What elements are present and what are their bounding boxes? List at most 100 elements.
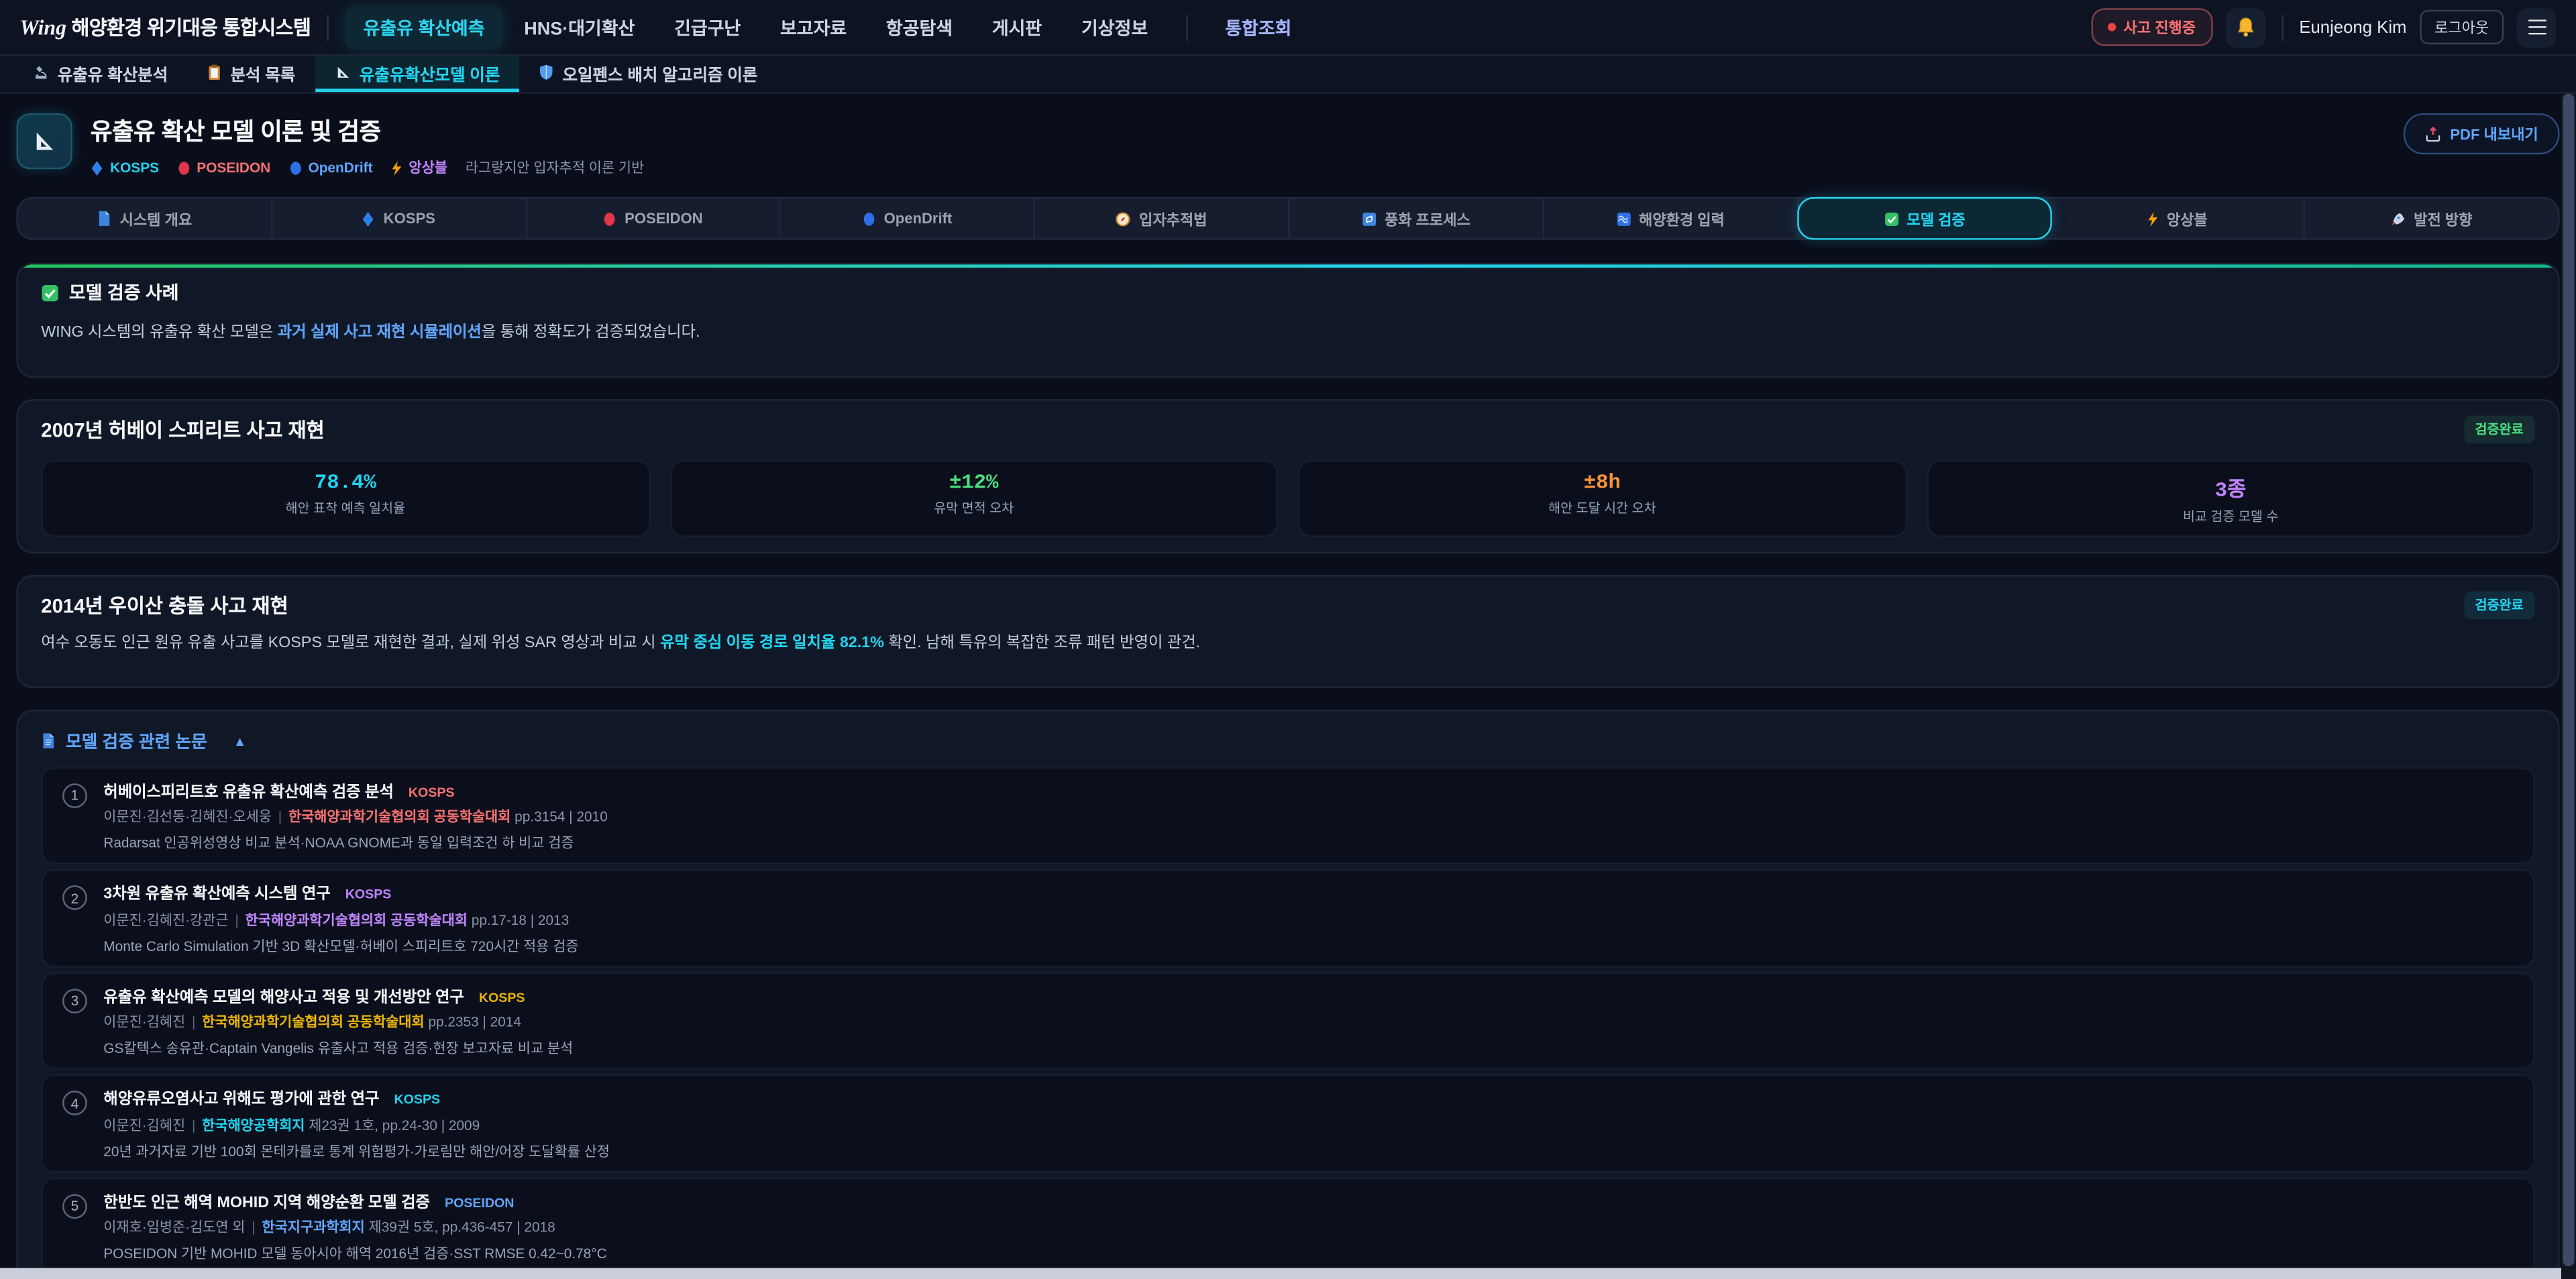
papers-header[interactable]: 모델 검증 관련 논문 ▲ <box>41 725 2535 766</box>
legend-opendrift: OpenDrift <box>288 160 372 176</box>
blue-circle-icon <box>863 211 876 226</box>
tab-model-theory[interactable]: 유출유확산모델 이론 <box>315 56 520 92</box>
paper-description: POSEIDON 기반 MOHID 모델 동아시아 해역 2016년 검증·SS… <box>103 1243 2514 1263</box>
menu-item-reports[interactable]: 보고자료 <box>762 6 865 49</box>
paper-meta: 이문진·김선동·김혜진·오세웅|한국해양과학기술협의회 공동학술대회 pp.31… <box>103 806 2514 826</box>
set-square-icon <box>32 128 58 154</box>
case-2007-title: 2007년 허베이 스피리트 사고 재현 <box>41 415 324 443</box>
lightning-icon <box>390 160 402 175</box>
pdf-export-button[interactable]: PDF 내보내기 <box>2404 113 2560 154</box>
menu-item-aerial[interactable]: 항공탐색 <box>868 6 971 49</box>
tab-spill-analysis[interactable]: 유출유 확산분석 <box>13 56 188 92</box>
notifications-button[interactable] <box>2225 7 2265 47</box>
journal-name[interactable]: 한국해양과학기술협의회 공동학술대회 <box>202 1013 424 1030</box>
verified-badge: 검증완료 <box>2463 591 2534 619</box>
papers-heading: 모델 검증 관련 논문 <box>66 728 207 753</box>
incident-status-label: 사고 진행중 <box>2124 16 2196 38</box>
tab-analysis-list[interactable]: 분석 목록 <box>188 56 315 92</box>
paper-title: 한반도 인근 해역 MOHID 지역 해양순환 모델 검증 <box>103 1188 430 1211</box>
app-logo[interactable]: Wing 해양환경 위기대응 통합시스템 <box>19 13 311 42</box>
journal-name[interactable]: 한국해양공학회지 <box>202 1116 305 1132</box>
section-nav-future[interactable]: 발전 방향 <box>2305 199 2558 238</box>
blue-circle-icon <box>288 160 302 175</box>
section-nav-overview[interactable]: 시스템 개요 <box>18 199 272 238</box>
incident-status-badge[interactable]: 사고 진행중 <box>2091 8 2212 46</box>
red-circle-icon <box>603 211 616 226</box>
section-nav-opendrift[interactable]: OpenDrift <box>781 199 1035 238</box>
legend-ensemble: 앙상블 <box>390 158 447 177</box>
paper-title: 유출유 확산예측 모델의 해양사고 적용 및 개선방안 연구 <box>103 983 464 1006</box>
menu-item-rescue[interactable]: 긴급구난 <box>656 6 759 49</box>
journal-name[interactable]: 한국해양과학기술협의회 공동학술대회 <box>288 808 511 824</box>
journal-name[interactable]: 한국해양과학기술협의회 공동학술대회 <box>246 911 468 927</box>
app-title: 해양환경 위기대응 통합시스템 <box>71 13 311 42</box>
logout-button[interactable]: 로그아웃 <box>2420 10 2504 44</box>
menu-item-board[interactable]: 게시판 <box>974 6 1060 49</box>
paper-item[interactable]: 1 허베이스피리트호 유출유 확산예측 검증 분석 KOSPS 이문진·김선동·김… <box>41 766 2535 864</box>
sub-tab-bar: 유출유 확산분석 분석 목록 유출유확산모델 이론 오일펜스 배치 알고리즘 이… <box>0 56 2576 93</box>
user-name: Eunjeong Kim <box>2299 17 2406 37</box>
tab-label: 유출유 확산분석 <box>58 60 168 85</box>
papers-card: 모델 검증 관련 논문 ▲ 1 허베이스피리트호 유출유 확산예측 검증 분석 K… <box>16 709 2559 1279</box>
bell-icon <box>2235 16 2255 38</box>
rocket-icon <box>2391 211 2406 226</box>
paper-item[interactable]: 3 유출유 확산예측 모델의 해양사고 적용 및 개선방안 연구KOSPS 이문… <box>41 972 2535 1070</box>
legend-kosps: KOSPS <box>91 160 159 176</box>
vertical-scrollbar[interactable] <box>2561 94 2576 1279</box>
menu-item-weather[interactable]: 기상정보 <box>1063 6 1166 49</box>
tab-label: 유출유확산모델 이론 <box>360 60 500 85</box>
stat-value: ±12% <box>678 471 1270 494</box>
tab-label: 오일펜스 배치 알고리즘 이론 <box>562 60 757 85</box>
collapse-toggle-icon[interactable]: ▲ <box>233 733 246 748</box>
top-navigation: Wing 해양환경 위기대응 통합시스템 유출유 확산예측 HNS·대기확산 긴… <box>0 0 2576 56</box>
model-badge: KOSPS <box>394 1093 440 1107</box>
stat-label: 해안 도달 시간 오차 <box>1306 499 1898 517</box>
case-2014-highlight[interactable]: 유막 중심 이동 경로 일치율 82.1% <box>660 634 884 652</box>
paper-item[interactable]: 4 해양유류오염사고 위해도 평가에 관한 연구KOSPS 이문진·김혜진|한국… <box>41 1074 2535 1172</box>
scrollbar-thumb[interactable] <box>2563 94 2574 1267</box>
paper-meta: 이문진·김혜진|한국해양과학기술협의회 공동학술대회 pp.2353 | 201… <box>103 1012 2514 1032</box>
section-nav-ensemble[interactable]: 앙상블 <box>2051 199 2305 238</box>
paper-number: 5 <box>62 1193 87 1218</box>
validation-intro-card: 모델 검증 사례 WING 시스템의 유출유 확산 모델은 과거 실제 사고 재… <box>16 263 2559 378</box>
section-nav-particle-tracking[interactable]: 입자추적법 <box>1035 199 1289 238</box>
paper-item[interactable]: 2 3차원 유출유 확산예측 시스템 연구KOSPS 이문진·김혜진·강관근|한… <box>41 869 2535 967</box>
menu-item-hns[interactable]: HNS·대기확산 <box>506 6 653 49</box>
export-icon <box>2426 125 2442 142</box>
section-nav-poseidon[interactable]: POSEIDON <box>527 199 781 238</box>
journal-name[interactable]: 한국지구과학회지 <box>262 1219 364 1235</box>
paper-title: 허베이스피리트호 유출유 확산예측 검증 분석 <box>103 778 394 801</box>
menu-item-oil-spill[interactable]: 유출유 확산예측 <box>345 6 503 49</box>
stat-slick-area-error: ±12% 유막 면적 오차 <box>669 459 1278 537</box>
lightning-icon <box>2147 211 2158 226</box>
verified-badge: 검증완료 <box>2463 415 2534 443</box>
section-nav-kosps[interactable]: KOSPS <box>272 199 527 238</box>
red-dot-icon <box>2107 23 2115 31</box>
document-icon <box>97 210 111 226</box>
legend-poseidon: POSEIDON <box>177 160 270 176</box>
stat-label: 해안 표착 예측 일치율 <box>49 499 641 517</box>
hamburger-icon <box>2528 19 2546 35</box>
page-title: 유출유 확산 모델 이론 및 검증 <box>91 113 644 148</box>
paper-number: 1 <box>62 783 87 808</box>
horizontal-scrollbar[interactable] <box>0 1268 2561 1279</box>
menu-toggle-button[interactable] <box>2517 7 2557 47</box>
paper-meta: 이문진·김혜진|한국해양공학회지 제23권 1호, pp.24-30 | 200… <box>103 1115 2514 1134</box>
case-2014-card: 2014년 우이산 충돌 사고 재현 검증완료 여수 오동도 인근 원유 유출 … <box>16 575 2559 687</box>
page-subtitle: 라그랑지안 입자추적 이론 기반 <box>466 158 644 177</box>
section-nav-ocean-input[interactable]: 해양환경 입력 <box>1544 199 1799 238</box>
intro-body: WING 시스템의 유출유 확산 모델은 과거 실제 사고 재현 시뮬레이션을 … <box>41 322 2535 345</box>
paper-item[interactable]: 5 한반도 인근 해역 MOHID 지역 해양순환 모델 검증 POSEIDON … <box>41 1177 2535 1275</box>
section-nav-weathering[interactable]: 풍화 프로세스 <box>1289 199 1544 238</box>
paper-meta: 이재호·임병준·김도연 외|한국지구과학회지 제39권 5호, pp.436-4… <box>103 1217 2514 1237</box>
page-title-block: 유출유 확산 모델 이론 및 검증 KOSPS POSEIDON OpenDri… <box>91 113 644 178</box>
microscope-icon <box>33 64 49 80</box>
intro-highlight[interactable]: 과거 실제 사고 재현 시뮬레이션 <box>278 323 482 341</box>
divider <box>1185 14 1187 40</box>
menu-item-integrated-search[interactable]: 통합조회 <box>1207 6 1309 49</box>
divider <box>2281 14 2282 40</box>
tab-oil-fence-theory[interactable]: 오일펜스 배치 알고리즘 이론 <box>520 56 777 92</box>
section-nav-model-validation[interactable]: 모델 검증 <box>1796 197 2053 240</box>
model-badge: KOSPS <box>409 784 455 799</box>
paper-number: 4 <box>62 1091 87 1115</box>
